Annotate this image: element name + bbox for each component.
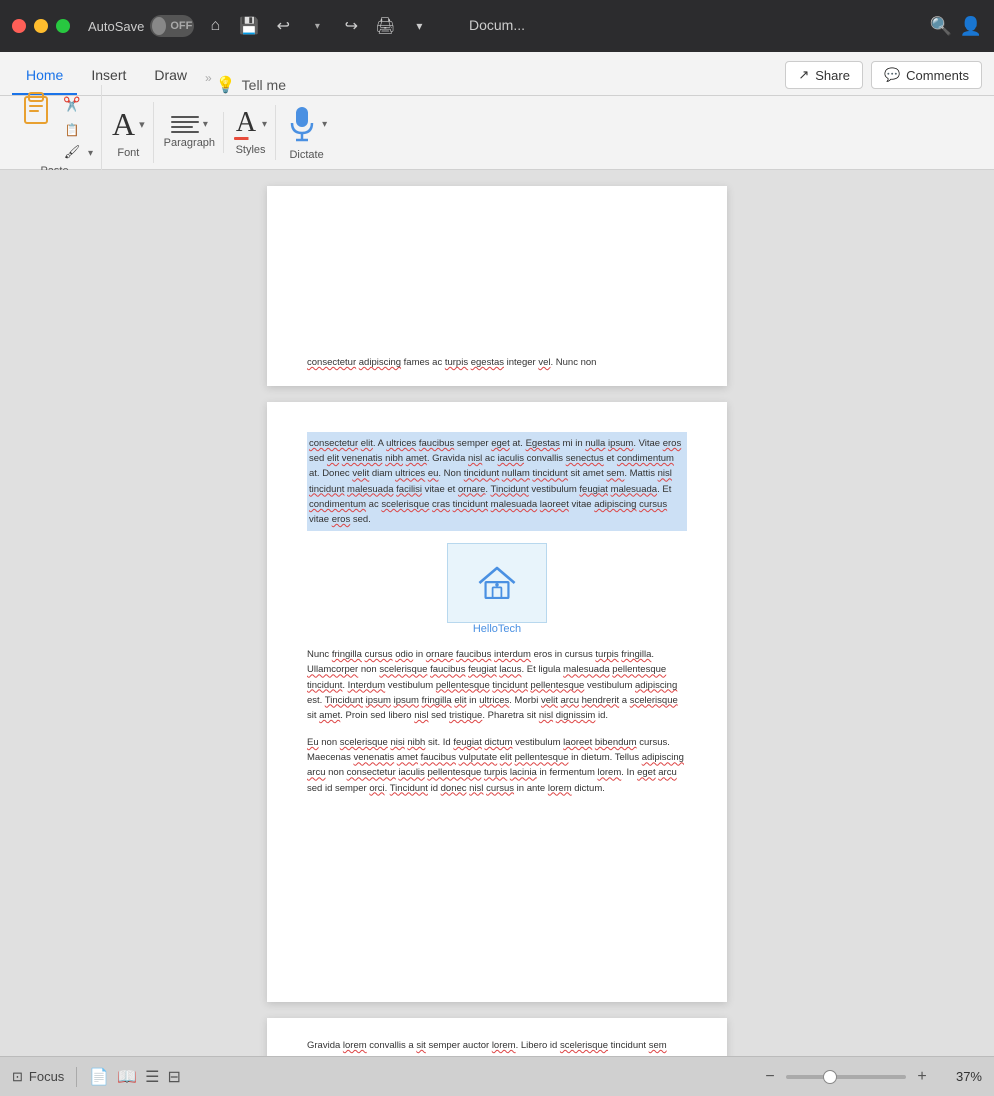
status-bar: ⊡ Focus 📄 📖 ☰ ⊟ − + 37% <box>0 1056 994 1096</box>
styles-a-icon: A <box>236 109 256 137</box>
page2-para1-selected: consectetur elit. A ultrices faucibus se… <box>307 432 687 531</box>
home-icon[interactable]: ⌂ <box>204 15 226 37</box>
title-bar: AutoSave OFF ⌂ 💾 ↩ ▾ ↪ 🖨 ▾ Docum... 🔍 👤 <box>0 0 994 52</box>
page-1: consectetur adipiscing fames ac turpis e… <box>267 186 727 386</box>
autosave-section: AutoSave OFF <box>88 15 194 37</box>
styles-underline <box>234 137 258 140</box>
lightbulb-icon: 💡 <box>216 75 236 95</box>
share-button[interactable]: ↗ Share <box>785 61 863 89</box>
page2-para3-text: Eu non scelerisque nisi nibh sit. Id feu… <box>307 735 687 796</box>
share-label: Share <box>815 68 850 83</box>
dictate-label: Dictate <box>289 149 323 161</box>
copy-button[interactable]: 📋 <box>60 120 84 140</box>
user-icon[interactable]: 👤 <box>960 15 982 37</box>
comments-button[interactable]: 💬 Comments <box>871 61 982 89</box>
comments-label: Comments <box>906 68 969 83</box>
page2-para2-text: Nunc fringilla cursus odio in ornare fau… <box>307 647 687 723</box>
toggle-knob <box>152 17 166 35</box>
dictate-group: ▾ Dictate <box>278 101 335 165</box>
tab-separator: » <box>201 71 216 95</box>
styles-label: Styles <box>236 144 266 156</box>
page-3: Gravida lorem convallis a sit semper auc… <box>267 1018 727 1056</box>
autosave-label: AutoSave <box>88 19 144 34</box>
page-2: consectetur elit. A ultrices faucibus se… <box>267 402 727 1002</box>
autosave-off-label: OFF <box>170 20 192 32</box>
styles-dropdown[interactable]: ▾ <box>262 119 267 130</box>
font-a-icon: A <box>112 106 135 143</box>
dictate-dropdown[interactable]: ▾ <box>322 119 327 130</box>
zoom-percentage: 37% <box>946 1069 982 1084</box>
toolbar: ✂️ 📋 🖌 ▾ Paste A ▾ Font ▾ Pa <box>0 96 994 170</box>
paste-dropdown[interactable]: ▾ <box>88 148 93 159</box>
maximize-button[interactable] <box>56 19 70 33</box>
page2-para3: Eu non scelerisque nisi nibh sit. Id feu… <box>307 735 687 796</box>
toolbar-icons: ⌂ 💾 ↩ ▾ ↪ 🖨 ▾ <box>204 15 430 37</box>
font-group: A ▾ Font <box>104 102 154 163</box>
outline-view-icon[interactable]: ☰ <box>145 1067 159 1087</box>
page3-text: Gravida lorem convallis a sit semper auc… <box>307 1038 687 1056</box>
paste-group: ✂️ 📋 🖌 ▾ Paste <box>8 85 102 181</box>
minimize-button[interactable] <box>34 19 48 33</box>
share-icon: ↗ <box>798 67 809 83</box>
zoom-minus-button[interactable]: − <box>760 1068 780 1086</box>
print-icon[interactable]: 🖨 <box>374 15 396 37</box>
watermark-area: HelloTech <box>307 543 687 635</box>
hellotech-logo <box>475 561 519 605</box>
save-icon[interactable]: 💾 <box>238 15 260 37</box>
page2-para2: Nunc fringilla cursus odio in ornare fau… <box>307 647 687 723</box>
dictate-icon[interactable] <box>286 105 318 145</box>
focus-label: Focus <box>29 1069 64 1084</box>
font-dropdown[interactable]: ▾ <box>139 118 145 131</box>
zoom-controls: − + 37% <box>760 1068 982 1086</box>
format-painter-button[interactable]: 🖌 <box>60 143 84 161</box>
paste-icon <box>21 91 51 127</box>
search-icon[interactable]: 🔍 <box>930 15 952 37</box>
paragraph-group: ▾ Paragraph <box>156 112 224 153</box>
ribbon-right-buttons: ↗ Share 💬 Comments <box>785 61 982 95</box>
page2-para1-text: consectetur elit. A ultrices faucibus se… <box>309 436 685 527</box>
tell-me-section[interactable]: 💡 Tell me <box>216 75 286 95</box>
ribbon-tabs: Home Insert Draw » 💡 Tell me ↗ Share 💬 C… <box>0 52 994 96</box>
watermark-label: HelloTech <box>473 623 521 635</box>
traffic-lights <box>12 19 70 33</box>
focus-icon: ⊡ <box>12 1069 23 1085</box>
title-right-icons: 🔍 👤 <box>930 15 982 37</box>
autosave-toggle[interactable]: OFF <box>150 15 194 37</box>
tell-me-label: Tell me <box>242 77 286 93</box>
undo-icon[interactable]: ↩ <box>272 15 294 37</box>
undo-dropdown-icon[interactable]: ▾ <box>306 15 328 37</box>
redo-icon[interactable]: ↪ <box>340 15 362 37</box>
paste-button[interactable] <box>16 89 56 129</box>
doc-view-icon[interactable]: 📄 <box>89 1067 109 1087</box>
zoom-knob[interactable] <box>823 1070 837 1084</box>
font-label: Font <box>117 147 139 159</box>
document-area: consectetur adipiscing fames ac turpis e… <box>0 170 994 1056</box>
zoom-plus-button[interactable]: + <box>912 1068 932 1086</box>
paragraph-label: Paragraph <box>164 137 215 149</box>
focus-button[interactable]: ⊡ Focus <box>12 1069 64 1085</box>
paragraph-dropdown[interactable]: ▾ <box>203 119 208 130</box>
layout-view-icon[interactable]: ⊟ <box>168 1067 181 1087</box>
comment-icon: 💬 <box>884 67 900 83</box>
tab-draw[interactable]: Draw <box>140 59 201 95</box>
cut-button[interactable]: ✂️ <box>60 93 84 117</box>
reading-view-icon[interactable]: 📖 <box>117 1067 137 1087</box>
watermark-box <box>447 543 547 623</box>
more-icon[interactable]: ▾ <box>408 15 430 37</box>
zoom-slider[interactable] <box>786 1075 906 1079</box>
page1-text: consectetur adipiscing fames ac turpis e… <box>307 355 596 370</box>
close-button[interactable] <box>12 19 26 33</box>
styles-group: A ▾ Styles <box>226 105 276 160</box>
microphone-svg <box>286 105 318 145</box>
paragraph-icon <box>171 116 199 133</box>
doc-title: Docum... <box>469 17 525 35</box>
status-separator-1 <box>76 1067 77 1087</box>
